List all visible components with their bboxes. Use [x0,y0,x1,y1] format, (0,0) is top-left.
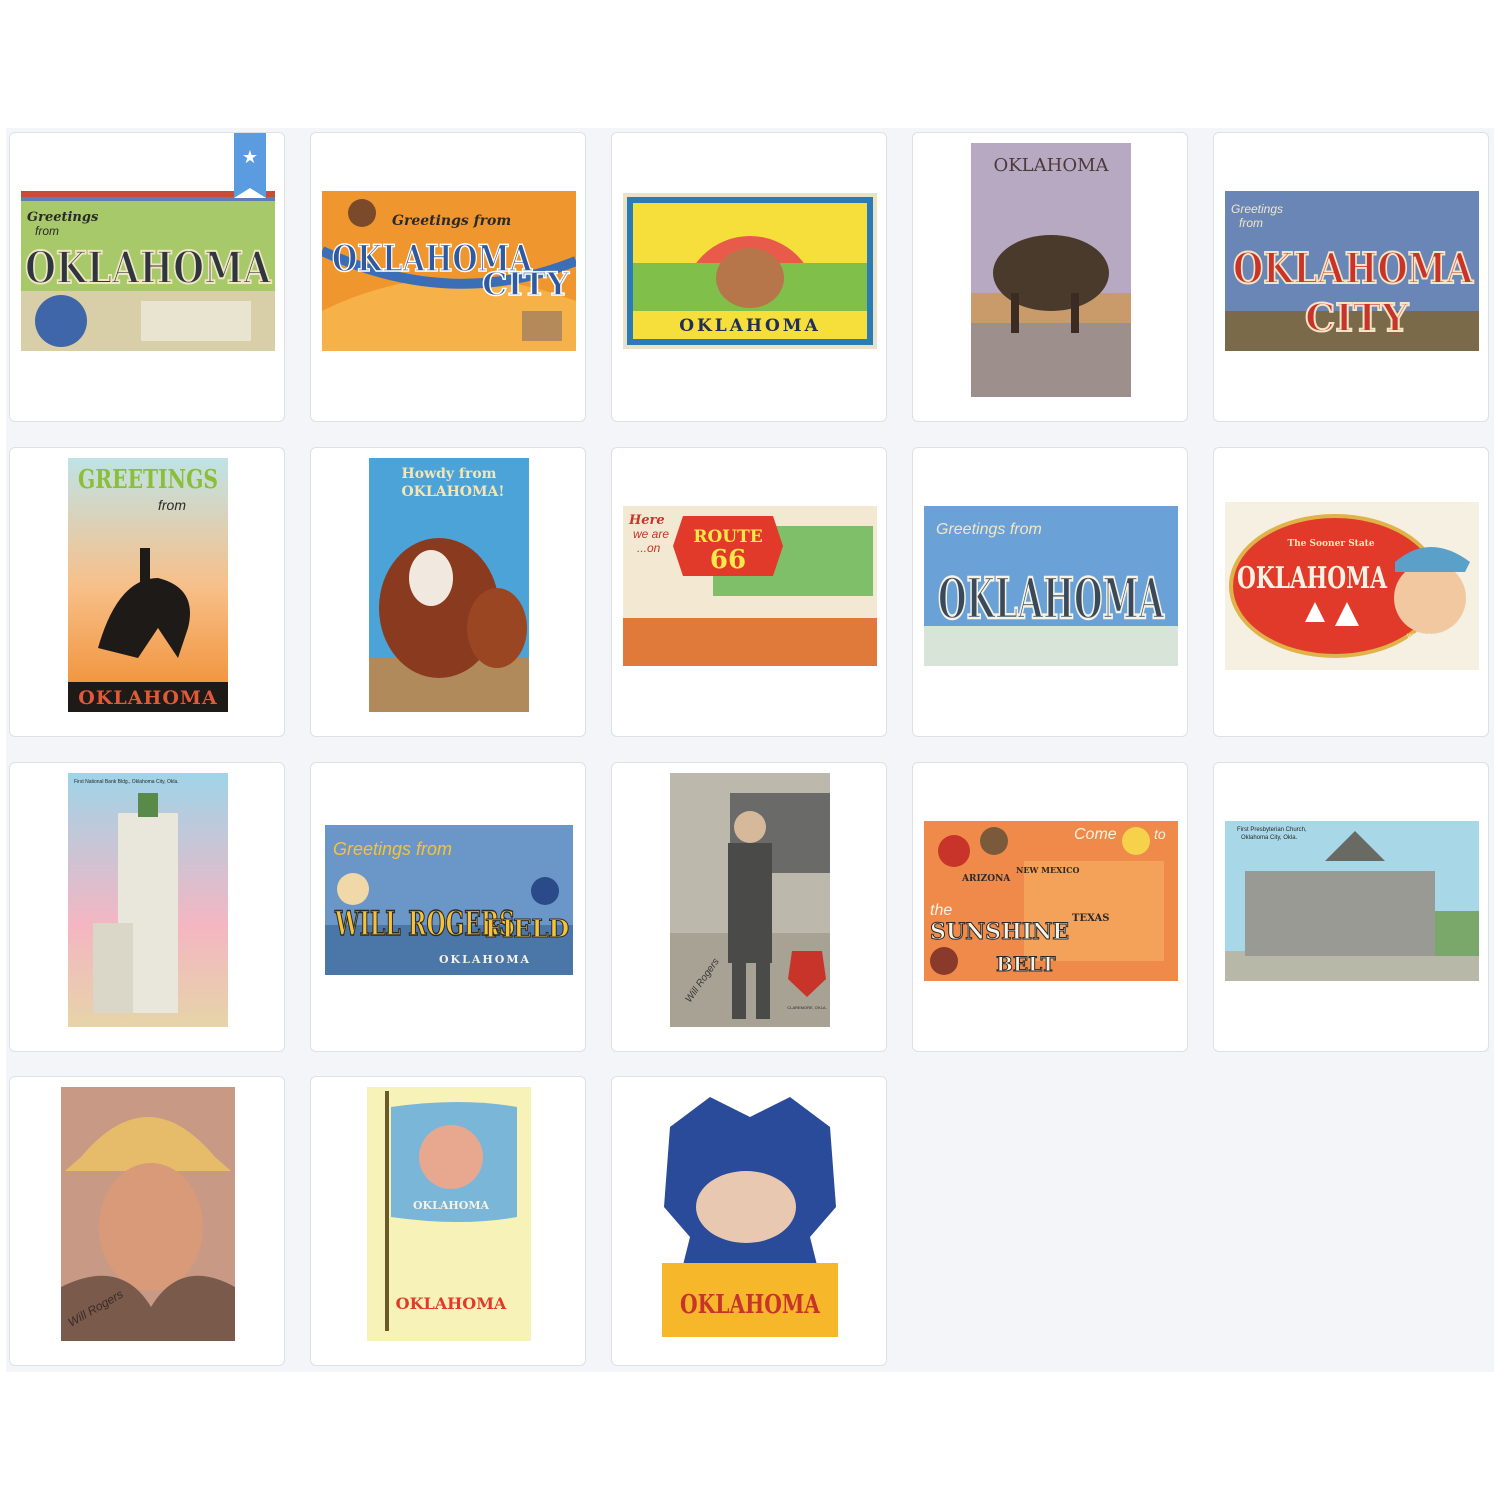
postcard-card[interactable]: Greetings from OKLAHOMA CITY [310,132,586,422]
postcard-text: we are [633,527,669,541]
postcard-text: CITY [1305,295,1409,340]
postcard-card[interactable]: Howdy from OKLAHOMA! [310,447,586,737]
postcard-image: Greetings from WILL ROGERS FIELD OKLAHOM… [325,825,573,975]
postcard-text: ROUTE [693,527,762,547]
postcard-text: BELT [996,952,1056,976]
postcard-text: to [1154,826,1166,842]
postcard-card[interactable]: GREETINGS from OKLAHOMA [9,447,285,737]
postcard-text: ...on [637,541,661,555]
postcard-text: Greetings [1231,202,1283,216]
postcard-text: GREETINGS [78,465,218,495]
postcard-image: Here we are ...on ROUTE 66 [623,506,877,666]
postcard-text: Greetings from [333,839,452,859]
postcard-card[interactable]: Will Rogers CLAREMORE, OKLA. [611,762,887,1052]
postcard-text: 66 [710,545,746,575]
postcard-text: OKLAHOMA [993,155,1109,176]
postcard-card[interactable]: Come to the ARIZONA NEW MEXICO TEXAS SUN… [912,762,1188,1052]
postcard-card[interactable]: OKLAHOMA [611,132,887,422]
postcard-image: OKLAHOMA [971,143,1131,397]
postcard-text: OKLAHOMA [413,1199,490,1212]
postcard-text: First Presbyterian Church, [1237,827,1307,833]
postcard-image: Will Rogers [61,1087,235,1341]
postcard-image: Howdy from OKLAHOMA! [369,458,529,712]
postcard-image: First Presbyterian Church, Oklahoma City… [1225,821,1479,981]
postcard-text: TEXAS [1072,913,1109,924]
postcard-text: Greetings from [936,521,1042,538]
postcard-image: OKLAHOMA OKLAHOMA [367,1087,531,1341]
postcard-image: Come to the ARIZONA NEW MEXICO TEXAS SUN… [924,821,1178,981]
postcard-card[interactable]: OKLAHOMA [912,132,1188,422]
postcard-text: CLAREMORE, OKLA. [787,1005,826,1010]
postcard-text: Greetings [27,210,99,225]
postcard-text: Come [1074,826,1117,843]
postcard-text: First National Bank Bldg., Oklahoma City… [74,779,179,785]
postcard-card[interactable]: Greetings from OKLAHOMA ★ [9,132,285,422]
postcard-image: Greetings from OKLAHOMA [21,191,275,351]
postcard-text: Oklahoma City, Okla. [1241,835,1298,841]
postcard-card[interactable]: The Sooner State OKLAHOMA WILL ROGERS [1213,447,1489,737]
postcard-text: OKLAHOMA! [402,484,505,500]
postcard-card[interactable]: OKLAHOMA [611,1076,887,1366]
postcard-text: Here [628,513,665,528]
bookmark-ribbon[interactable]: ★ [234,133,266,198]
postcard-card[interactable]: First National Bank Bldg., Oklahoma City… [9,762,285,1052]
postcard-text: OKLAHOMA [1233,244,1474,293]
postcard-text: CITY [482,265,570,303]
postcard-image: Will Rogers CLAREMORE, OKLA. [670,773,830,1027]
postcard-text: FIELD [485,914,569,943]
postcard-text: from [35,224,59,238]
postcard-card[interactable]: Greetings from OKLAHOMA [912,447,1188,737]
postcard-text: from [1239,216,1263,230]
postcard-image: Greetings from OKLAHOMA [924,506,1178,666]
postcard-text: the [930,902,952,919]
postcard-image: First National Bank Bldg., Oklahoma City… [68,773,228,1027]
postcard-text: ARIZONA [961,874,1011,884]
postcard-card[interactable]: Greetings from OKLAHOMA CITY [1213,132,1489,422]
postcard-image: Greetings from OKLAHOMA CITY [322,191,576,351]
postcard-image: OKLAHOMA [623,193,877,349]
postcard-text: OKLAHOMA [439,953,531,966]
postcard-text: OKLAHOMA [1237,561,1388,596]
postcard-text: Howdy from [402,466,497,482]
postcard-text: SUNSHINE [930,919,1069,945]
postcard-card[interactable]: Here we are ...on ROUTE 66 [611,447,887,737]
star-icon: ★ [241,147,259,167]
postcard-text: The Sooner State [1287,539,1374,549]
postcard-text: OKLAHOMA [25,243,272,294]
postcard-card[interactable]: First Presbyterian Church, Oklahoma City… [1213,762,1489,1052]
postcard-text: Greetings from [392,213,511,229]
postcard-text: OKLAHOMA [680,1290,821,1320]
postcard-image: Greetings from OKLAHOMA CITY [1225,191,1479,351]
postcard-text: OKLAHOMA [78,687,217,709]
postcard-text: WILL ROGERS [1407,634,1448,640]
postcard-card[interactable]: Will Rogers [9,1076,285,1366]
postcard-text: from [158,497,186,513]
postcard-text: OKLAHOMA [396,1294,507,1313]
postcard-image: The Sooner State OKLAHOMA WILL ROGERS [1225,502,1479,670]
postcard-text: OKLAHOMA [938,566,1165,632]
postcard-image: GREETINGS from OKLAHOMA [68,458,228,712]
postcard-text: OKLAHOMA [679,316,821,336]
gallery-grid: Greetings from OKLAHOMA ★ Greetings from… [6,128,1494,1372]
postcard-text: NEW MEXICO [1016,865,1079,875]
postcard-card[interactable]: OKLAHOMA OKLAHOMA [310,1076,586,1366]
postcard-image: OKLAHOMA [660,1087,840,1341]
postcard-card[interactable]: Greetings from WILL ROGERS FIELD OKLAHOM… [310,762,586,1052]
